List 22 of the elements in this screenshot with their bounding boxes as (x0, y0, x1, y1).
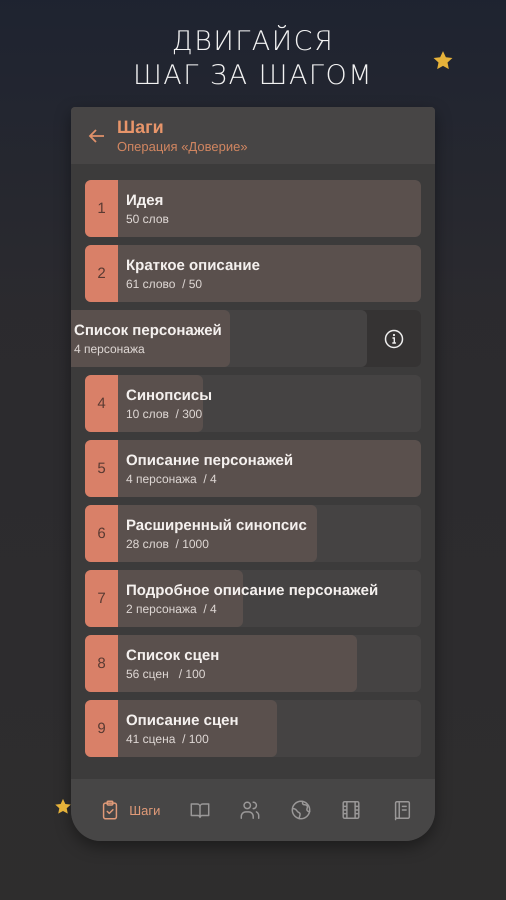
step-number: 2 (85, 245, 118, 302)
project-subtitle: Операция «Доверие» (117, 138, 248, 155)
step-number: 1 (85, 180, 118, 237)
step-title: Расширенный синопсис (126, 516, 307, 534)
step-title: Синопсисы (126, 386, 212, 404)
step-title: Описание персонажей (126, 452, 294, 468)
step-number: 6 (85, 505, 118, 562)
step-progress: 41 сцена / 100 (126, 732, 210, 746)
screen-title: Шаги (117, 116, 165, 138)
step-title: Список сцен (126, 646, 220, 664)
step-title: Описание сцен (126, 712, 239, 728)
step-title: Краткое описание (126, 256, 260, 274)
step-title: Идея (126, 192, 164, 208)
step-title: Список персонажей (74, 322, 222, 338)
step-number: 7 (85, 570, 118, 627)
headline: ДВИГАЙСЯ (172, 25, 334, 59)
step-number: 9 (85, 700, 118, 757)
step-number: 4 (85, 375, 118, 432)
step-number: 8 (85, 635, 118, 692)
headline: ШАГ ЗА ШАГОМ (132, 59, 374, 93)
step-number: 5 (85, 440, 118, 497)
step-title: Подробное описание персонажей (126, 582, 378, 598)
